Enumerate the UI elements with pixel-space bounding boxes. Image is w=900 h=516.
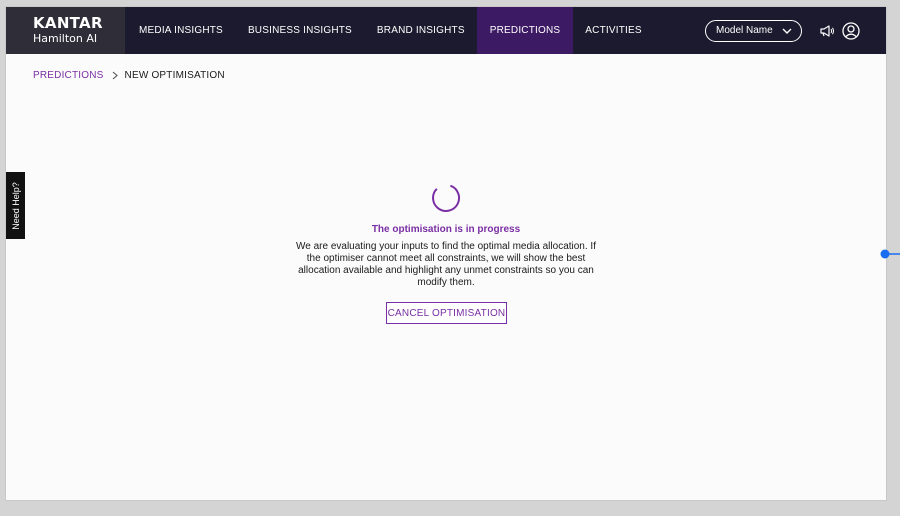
progress-message: We are evaluating your inputs to find th… xyxy=(296,241,596,288)
announcements-button[interactable] xyxy=(820,24,835,37)
cancel-optimisation-button[interactable]: CANCEL OPTIMISATION xyxy=(386,302,507,324)
brand-name: KANTAR xyxy=(33,14,103,32)
app-frame: KANTAR Hamilton AI MEDIA INSIGHTS BUSINE… xyxy=(5,6,887,501)
drag-handle[interactable] xyxy=(880,248,900,260)
brand-subtitle: Hamilton AI xyxy=(33,32,98,45)
breadcrumb: PREDICTIONS NEW OPTIMISATION xyxy=(33,70,225,81)
account-button[interactable] xyxy=(842,21,860,40)
nav-item-activities[interactable]: ACTIVITIES xyxy=(573,7,654,54)
chevron-right-icon xyxy=(112,71,118,80)
model-name-label: Model Name xyxy=(716,25,773,36)
nav-item-brand-insights[interactable]: BRAND INSIGHTS xyxy=(364,7,477,54)
nav-item-predictions[interactable]: PREDICTIONS xyxy=(477,7,573,54)
breadcrumb-current: NEW OPTIMISATION xyxy=(124,70,225,81)
progress-title: The optimisation is in progress xyxy=(371,224,521,235)
spinner-icon xyxy=(432,184,460,212)
top-navbar: KANTAR Hamilton AI MEDIA INSIGHTS BUSINE… xyxy=(6,7,886,54)
chevron-down-icon xyxy=(782,28,792,34)
brand-logo[interactable]: KANTAR Hamilton AI xyxy=(6,7,125,54)
nav-item-media-insights[interactable]: MEDIA INSIGHTS xyxy=(125,7,235,54)
breadcrumb-predictions-link[interactable]: PREDICTIONS xyxy=(33,70,104,81)
user-icon xyxy=(842,21,860,40)
main-nav: MEDIA INSIGHTS BUSINESS INSIGHTS BRAND I… xyxy=(125,7,654,54)
navbar-actions: Model Name xyxy=(705,7,886,54)
model-name-select[interactable]: Model Name xyxy=(705,19,802,42)
megaphone-icon xyxy=(820,24,834,37)
nav-item-business-insights[interactable]: BUSINESS INSIGHTS xyxy=(235,7,364,54)
need-help-label: Need Help? xyxy=(10,181,21,230)
